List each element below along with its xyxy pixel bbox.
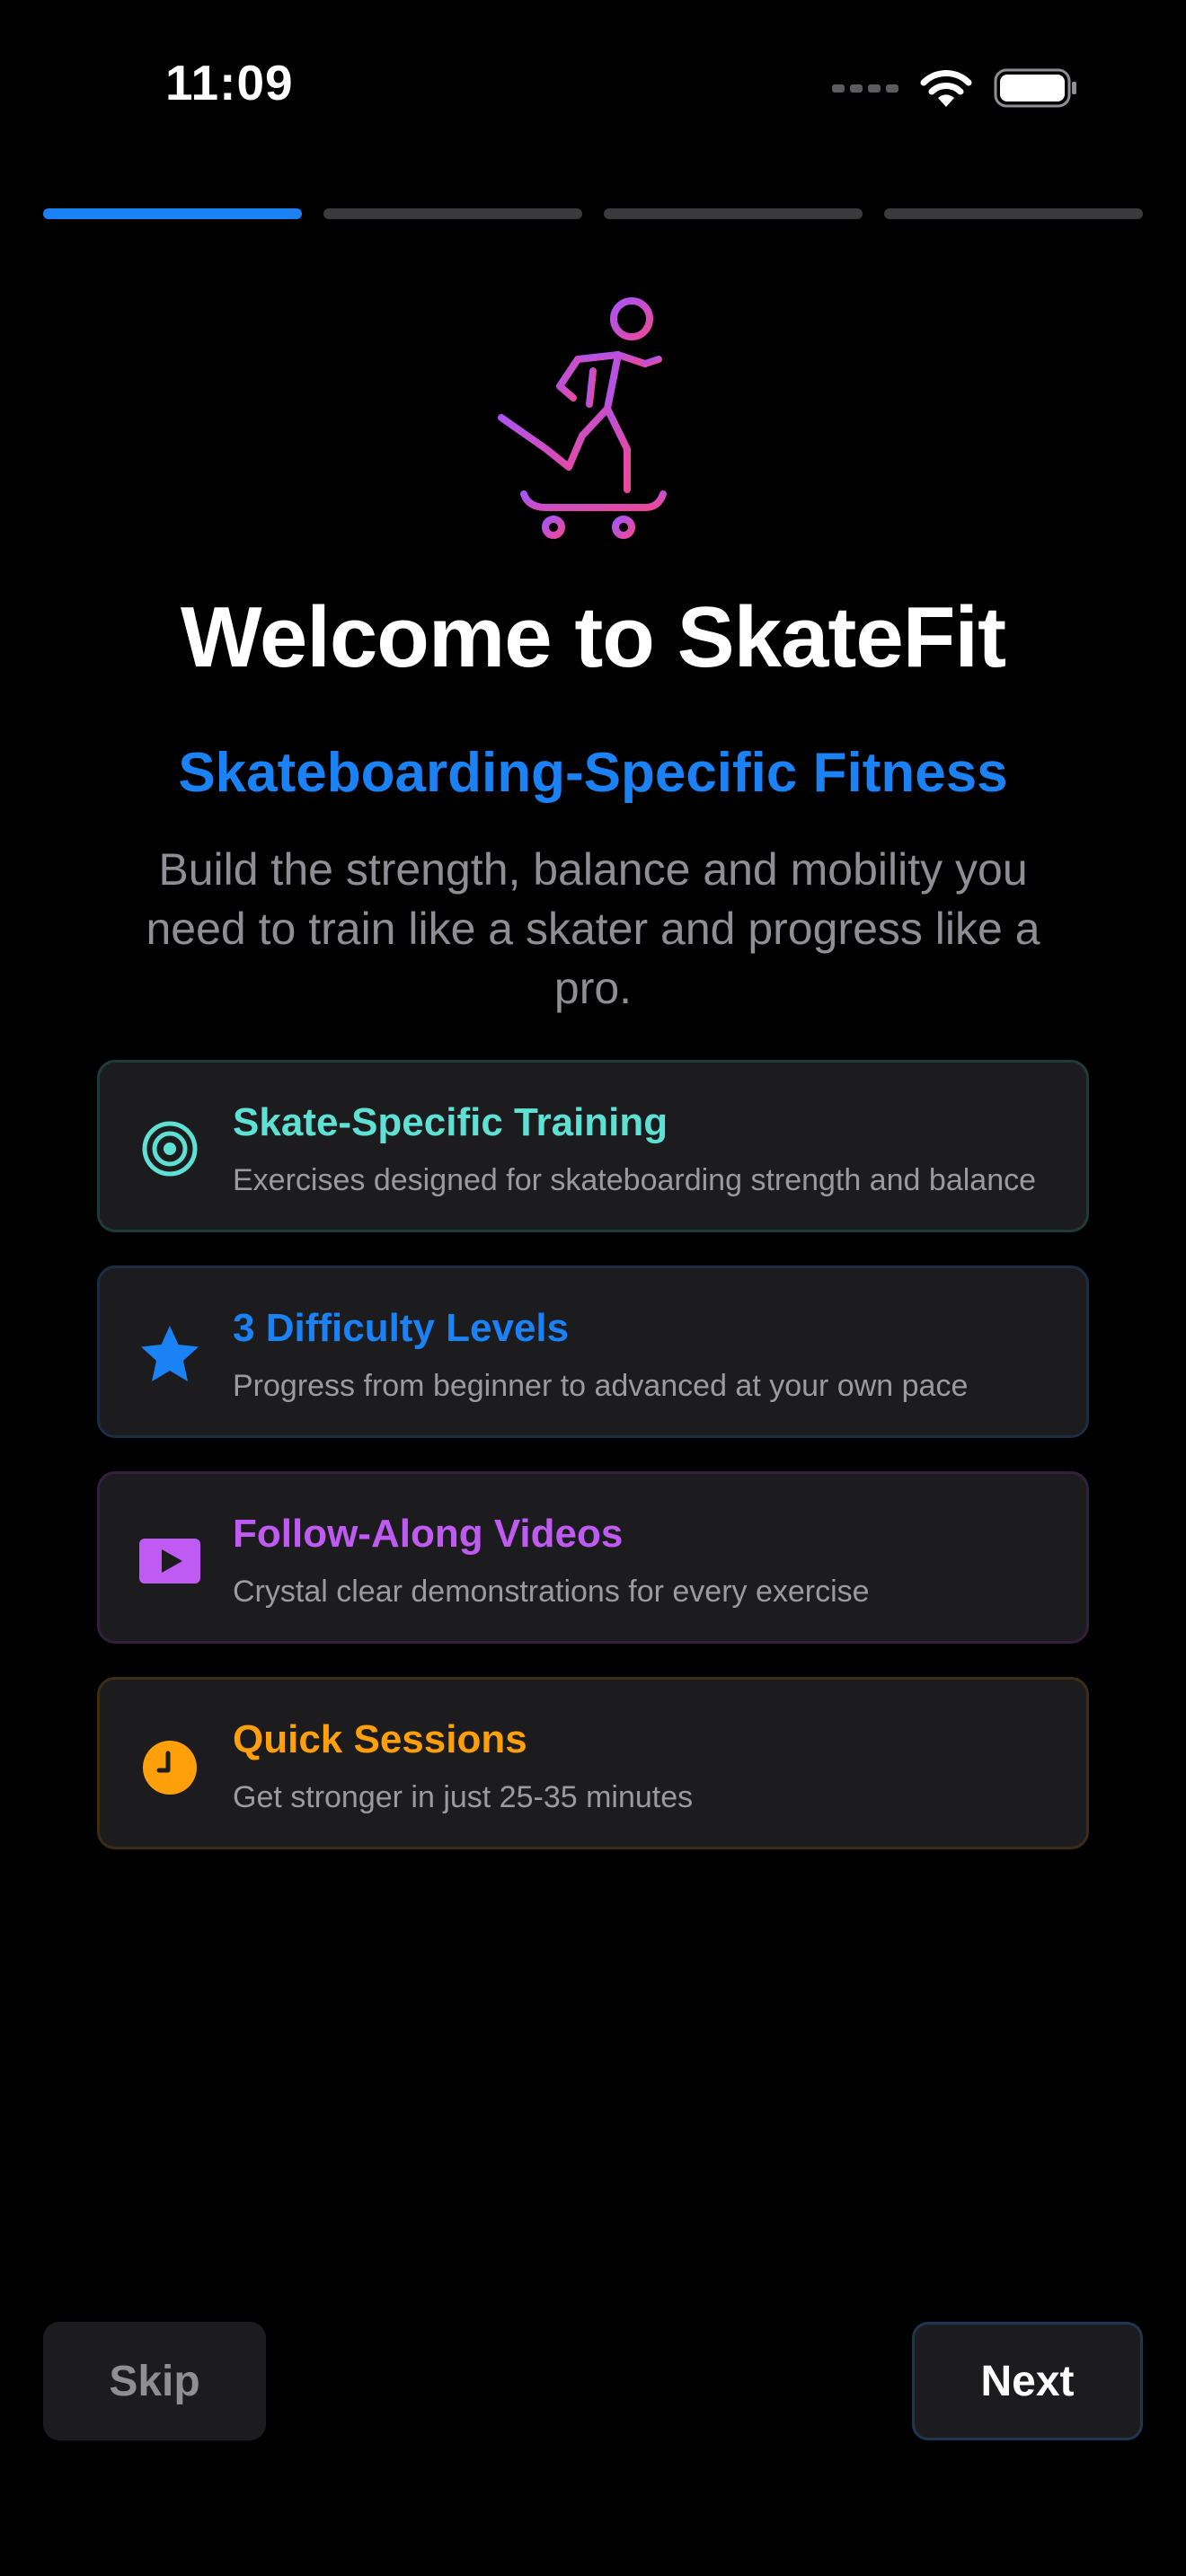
skater-with-dumbbell-icon [498, 297, 694, 539]
skip-button[interactable]: Skip [43, 2322, 266, 2440]
feature-title: Skate-Specific Training [233, 1100, 668, 1144]
welcome-title: Welcome to SkateFit [180, 589, 1006, 685]
feature-title: 3 Difficulty Levels [233, 1306, 570, 1350]
wifi-icon [920, 70, 972, 107]
feature-title: Quick Sessions [233, 1717, 527, 1761]
welcome-description: Build the strength, balance and mobility… [146, 844, 1040, 1013]
progress-step-3 [604, 208, 863, 219]
battery-icon [994, 68, 1076, 108]
feature-title: Follow-Along Videos [233, 1512, 624, 1556]
feature-list: Skate-Specific Training Exercises design… [97, 1060, 1089, 1883]
target-icon [142, 1121, 198, 1177]
progress-step-1 [43, 208, 302, 219]
clock-icon [143, 1741, 197, 1795]
cellular-signal-icon [832, 84, 898, 93]
feature-description: Get stronger in just 25-35 minutes [233, 1780, 694, 1814]
feature-card-skate-training: Skate-Specific Training Exercises design… [97, 1060, 1089, 1232]
feature-card-difficulty-levels: 3 Difficulty Levels Progress from beginn… [97, 1266, 1089, 1438]
feature-card-follow-along-videos: Follow-Along Videos Crystal clear demons… [97, 1471, 1089, 1644]
feature-description: Progress from beginner to advanced at yo… [233, 1369, 969, 1403]
progress-step-2 [323, 208, 582, 219]
status-time: 11:09 [165, 55, 294, 110]
status-indicators [832, 66, 1078, 110]
star-icon [141, 1326, 199, 1381]
progress-step-4 [884, 208, 1143, 219]
feature-description: Crystal clear demonstrations for every e… [233, 1575, 870, 1609]
feature-card-quick-sessions: Quick Sessions Get stronger in just 25-3… [97, 1677, 1089, 1849]
feature-description: Exercises designed for skateboarding str… [233, 1163, 1037, 1197]
play-video-icon [139, 1539, 200, 1584]
onboarding-progress [43, 208, 1143, 219]
next-button[interactable]: Next [912, 2322, 1143, 2440]
welcome-subtitle: Skateboarding-Specific Fitness [178, 742, 1008, 804]
